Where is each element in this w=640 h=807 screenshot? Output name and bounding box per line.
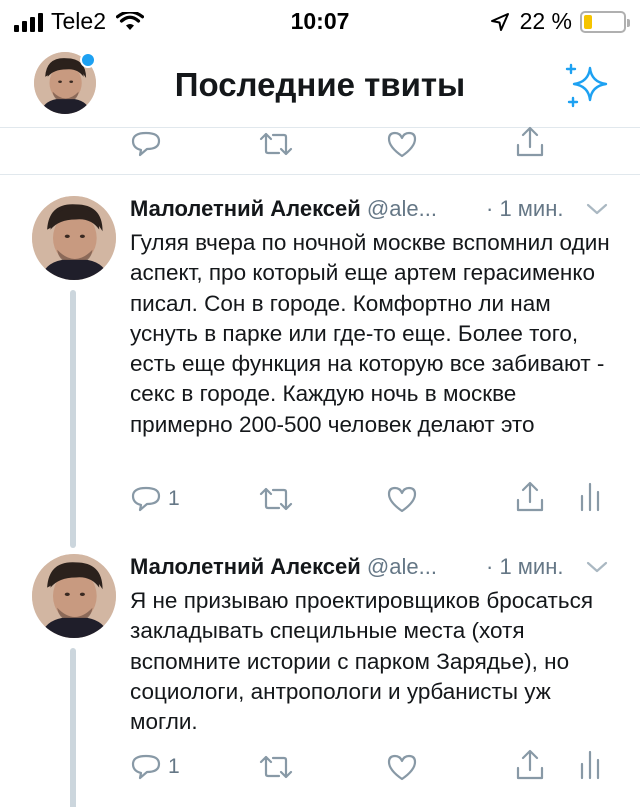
reply-button[interactable] [130,129,162,159]
avatar-image [32,196,116,280]
like-button[interactable] [386,752,418,782]
retweet-button[interactable] [258,131,294,157]
tweet-header: Малолетний Алексей @ale... · 1 мин. [130,196,610,224]
tweet-text: Я не призываю проектировщиков бросаться … [130,588,593,735]
author-name[interactable]: Малолетний Алексей [130,196,361,221]
reply-count: 1 [168,487,180,510]
author-name[interactable]: Малолетний Алексей [130,554,361,579]
retweet-icon [259,755,293,779]
status-bar: Tele2 10:07 22 % [0,0,640,42]
share-icon [516,126,544,157]
tweet-author-avatar[interactable] [32,196,116,280]
reply-icon [131,486,161,512]
share-button[interactable] [514,748,546,782]
app-header: Последние твиты [0,42,640,128]
previous-tweet-actions [0,126,640,175]
chevron-down-icon[interactable] [584,554,610,580]
battery-level [584,14,593,29]
status-right: 22 % [490,8,630,35]
retweet-button[interactable] [258,754,294,780]
tweet[interactable]: Малолетний Алексей @ale... · 1 мин. Гуля… [0,196,640,548]
tweet[interactable]: Малолетний Алексей @ale... · 1 мин. Я не… [0,554,640,807]
heart-icon [387,754,417,781]
share-button[interactable] [514,480,546,514]
heart-icon [387,486,417,513]
tweet-time: · 1 мин. [486,554,564,579]
like-button[interactable] [386,484,418,514]
heart-icon [387,131,417,158]
avatar-image [32,554,116,638]
analytics-button[interactable] [578,748,602,782]
tweet-actions: 1 [0,749,640,792]
tweet-author-avatar[interactable] [32,554,116,638]
sparkle-icon[interactable] [562,60,610,108]
tweet-header: Малолетний Алексей @ale... · 1 мин. [130,554,610,582]
tweet-actions: 1 [0,481,640,524]
reply-button[interactable]: 1 [130,484,180,514]
reply-icon [131,754,161,780]
share-icon [516,749,544,780]
like-button[interactable] [386,129,418,159]
page-title: Последние твиты [174,66,466,103]
reply-count: 1 [168,755,180,778]
battery-icon [580,10,630,33]
retweet-icon [259,132,293,156]
retweet-button[interactable] [258,486,294,512]
chevron-down-icon[interactable] [584,196,610,222]
reply-icon [131,131,161,157]
battery-percent: 22 % [519,8,572,34]
analytics-icon [580,482,600,512]
tweet-time: · 1 мин. [486,196,564,221]
analytics-button[interactable] [578,480,602,514]
author-handle[interactable]: @ale... [367,196,437,221]
retweet-icon [259,487,293,511]
share-icon [516,481,544,512]
tweet-text: Гуляя вчера по ночной москве вспомнил од… [130,230,610,437]
share-button[interactable] [514,125,546,159]
analytics-icon [580,750,600,780]
reply-button[interactable]: 1 [130,752,180,782]
author-handle[interactable]: @ale... [367,554,437,579]
location-arrow-icon [490,12,509,31]
